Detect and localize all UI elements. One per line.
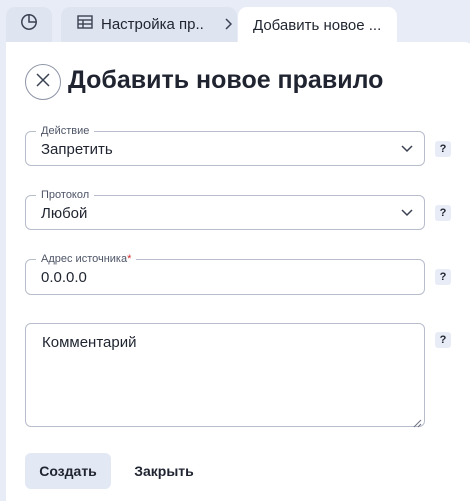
chevron-down-icon bbox=[400, 143, 414, 155]
tab-settings-label: Настройка пр... bbox=[101, 16, 205, 33]
tab-bar: Настройка пр... Добавить новое ... bbox=[0, 0, 470, 44]
protocol-select[interactable]: Протокол Любой bbox=[25, 188, 425, 230]
pie-chart-icon bbox=[20, 13, 38, 36]
action-label: Действие bbox=[36, 124, 95, 138]
close-button[interactable]: Закрыть bbox=[124, 453, 204, 489]
close-panel-button[interactable] bbox=[25, 64, 61, 100]
source-address-value: 0.0.0.0 bbox=[41, 269, 87, 286]
comment-placeholder: Комментарий bbox=[42, 334, 137, 351]
comment-textarea[interactable]: Комментарий bbox=[25, 323, 425, 428]
protocol-value: Любой bbox=[41, 205, 88, 222]
page-title: Добавить новое правило bbox=[68, 66, 384, 94]
tab-add-rule[interactable]: Добавить новое ... bbox=[238, 7, 397, 44]
action-select[interactable]: Действие Запретить bbox=[25, 124, 425, 166]
source-address-label: Адрес источника* bbox=[36, 252, 137, 266]
content-panel: Добавить новое правило Действие Запретит… bbox=[6, 42, 470, 501]
resize-grip-icon[interactable] bbox=[413, 415, 422, 428]
create-button[interactable]: Создать bbox=[25, 453, 111, 489]
action-help-button[interactable]: ? bbox=[435, 141, 451, 157]
source-address-help-button[interactable]: ? bbox=[435, 269, 451, 285]
table-icon bbox=[77, 15, 93, 34]
comment-help-button[interactable]: ? bbox=[435, 332, 451, 348]
source-address-field[interactable]: Адрес источника* 0.0.0.0 bbox=[25, 252, 425, 295]
chevron-right-icon bbox=[221, 17, 235, 31]
protocol-label: Протокол bbox=[36, 188, 95, 202]
required-mark: * bbox=[127, 253, 132, 265]
action-value: Запретить bbox=[41, 141, 113, 158]
tab-home[interactable] bbox=[6, 7, 52, 42]
protocol-help-button[interactable]: ? bbox=[435, 205, 451, 221]
tab-add-rule-label: Добавить новое ... bbox=[253, 17, 382, 34]
chevron-down-icon bbox=[400, 207, 414, 219]
tab-settings[interactable]: Настройка пр... bbox=[61, 7, 237, 42]
close-icon bbox=[35, 72, 51, 93]
